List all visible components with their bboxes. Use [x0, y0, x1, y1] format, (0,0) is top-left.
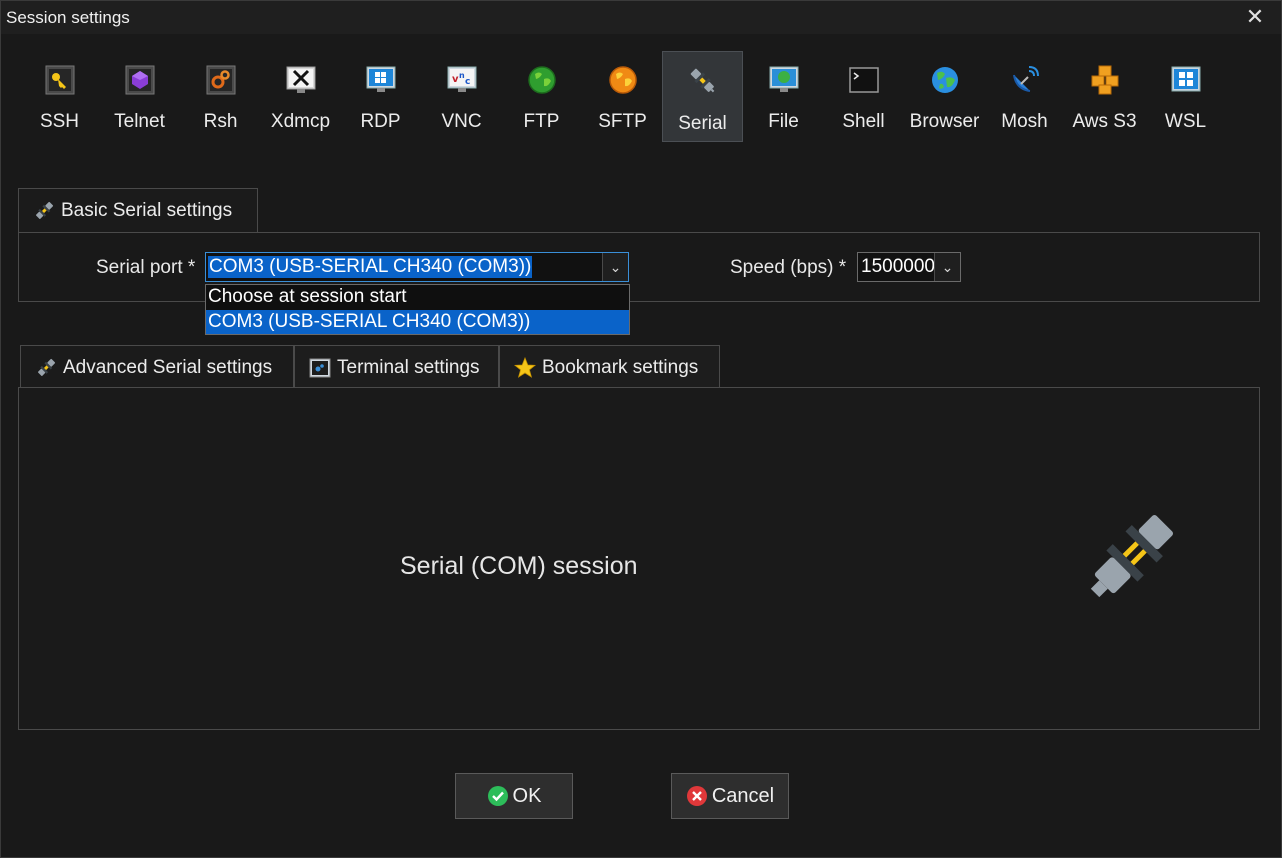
ok-label: OK [512, 784, 542, 807]
gears-icon [206, 65, 235, 95]
protocol-label: Mosh [1001, 111, 1048, 132]
protocol-vnc[interactable]: v n c VNC [421, 51, 502, 142]
plug-icon [36, 201, 54, 219]
protocol-label: WSL [1164, 111, 1207, 132]
session-settings-dialog: Session settings ✕ SSH Telnet Rsh Xdmcp … [0, 0, 1282, 858]
tab-terminal-settings[interactable]: Terminal settings [294, 345, 499, 389]
protocol-telnet[interactable]: Telnet [99, 51, 180, 142]
aws-cubes-icon [1091, 65, 1118, 95]
speed-select[interactable]: 1500000 ⌄ [857, 252, 961, 282]
protocol-wsl[interactable]: WSL [1145, 51, 1226, 142]
green-globe-icon [527, 66, 556, 94]
earth-icon [931, 67, 958, 93]
terminal-icon [848, 67, 879, 93]
protocol-ftp[interactable]: FTP [501, 51, 582, 142]
protocol-rdp[interactable]: RDP [340, 51, 421, 142]
protocol-label: Serial [678, 113, 727, 134]
protocol-label: VNC [441, 111, 482, 132]
serial-port-dropdown: Choose at session start COM3 (USB-SERIAL… [205, 284, 630, 335]
protocol-label: Aws S3 [1072, 111, 1137, 132]
chevron-down-icon[interactable]: ⌄ [602, 253, 628, 281]
monitor-globe-icon [769, 66, 798, 92]
checkmark-icon [487, 786, 508, 806]
svg-text:c: c [465, 77, 470, 87]
protocol-browser[interactable]: Browser [904, 51, 985, 142]
protocol-xdmcp[interactable]: Xdmcp [260, 51, 341, 142]
terminal-settings-icon [309, 358, 331, 377]
cancel-button[interactable]: Cancel [671, 773, 789, 819]
protocol-aws-s3[interactable]: Aws S3 [1064, 51, 1145, 142]
protocol-rsh[interactable]: Rsh [180, 51, 261, 142]
serial-port-label: Serial port * [96, 257, 196, 278]
protocol-label: Rsh [203, 111, 238, 132]
windows-logo-icon [1171, 66, 1200, 92]
settings-content-panel [18, 387, 1260, 730]
tab-basic-serial-settings[interactable]: Basic Serial settings [18, 188, 258, 232]
tab-label: Bookmark settings [542, 356, 699, 378]
tab-label: Terminal settings [337, 356, 480, 378]
windows-monitor-icon [366, 66, 395, 92]
cancel-x-icon [686, 786, 707, 806]
protocol-label: Browser [909, 111, 980, 132]
speed-label: Speed (bps) * [730, 257, 847, 278]
protocol-label: FTP [523, 111, 560, 132]
tab-advanced-serial-settings[interactable]: Advanced Serial settings [20, 345, 294, 389]
speed-value: 1500000 [861, 256, 935, 277]
protocol-label: Shell [842, 111, 885, 132]
protocol-label: SSH [39, 111, 80, 132]
serial-plug-icon [1090, 514, 1174, 598]
protocol-file[interactable]: File [743, 51, 824, 142]
cancel-label: Cancel [711, 784, 775, 807]
protocol-label: File [768, 111, 799, 132]
serial-port-value: COM3 (USB-SERIAL CH340 (COM3)) [208, 256, 533, 278]
telnet-gem-icon [125, 65, 154, 95]
satellite-dish-icon [1012, 66, 1039, 92]
svg-text:v: v [452, 74, 459, 85]
key-icon [45, 65, 74, 95]
orange-globe-icon [608, 66, 637, 94]
ok-button[interactable]: OK [455, 773, 573, 819]
protocol-toolbar: SSH Telnet Rsh Xdmcp RDP v n c VNC FTP S… [1, 45, 1281, 145]
dropdown-option-selected[interactable]: COM3 (USB-SERIAL CH340 (COM3)) [206, 310, 629, 334]
serial-port-select[interactable]: COM3 (USB-SERIAL CH340 (COM3)) ⌄ [205, 252, 629, 282]
protocol-label: Telnet [114, 111, 165, 132]
tab-label: Advanced Serial settings [63, 356, 273, 378]
protocol-serial[interactable]: Serial [662, 51, 743, 142]
dropdown-option[interactable]: Choose at session start [206, 285, 629, 309]
session-description: Serial (COM) session [400, 552, 638, 580]
protocol-label: SFTP [598, 111, 647, 132]
protocol-mosh[interactable]: Mosh [984, 51, 1065, 142]
star-icon [514, 356, 536, 378]
plug-icon [38, 358, 56, 376]
protocol-ssh[interactable]: SSH [19, 51, 100, 142]
chevron-down-icon[interactable]: ⌄ [934, 253, 960, 281]
tab-bookmark-settings[interactable]: Bookmark settings [499, 345, 720, 389]
close-icon[interactable]: ✕ [1243, 5, 1267, 29]
tab-label: Basic Serial settings [61, 199, 233, 221]
protocol-shell[interactable]: Shell [823, 51, 904, 142]
title-bar: Session settings ✕ [1, 1, 1281, 34]
protocol-label: RDP [360, 111, 401, 132]
protocol-label: Xdmcp [270, 111, 331, 132]
window-title: Session settings [6, 8, 130, 27]
protocol-sftp[interactable]: SFTP [582, 51, 663, 142]
vnc-icon: v n c [447, 66, 476, 92]
plug-icon [690, 68, 714, 93]
x-display-icon [286, 66, 315, 93]
